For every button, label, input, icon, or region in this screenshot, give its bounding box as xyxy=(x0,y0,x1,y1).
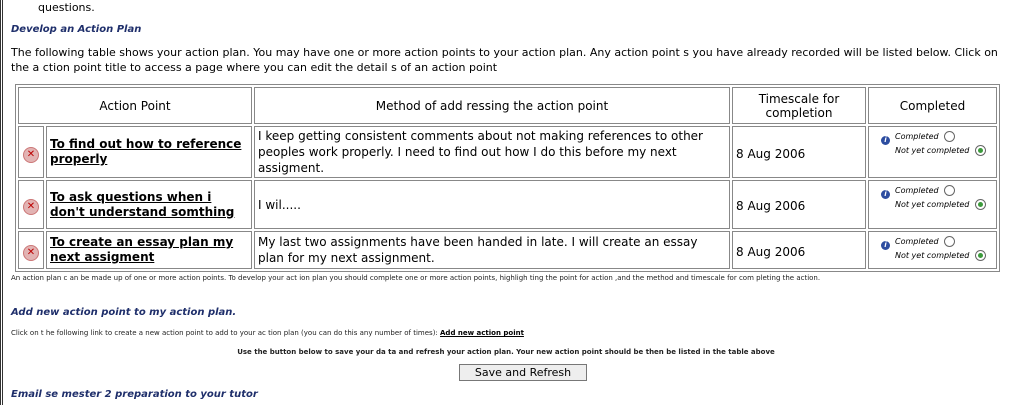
header-action-point: Action Point xyxy=(18,87,252,124)
left-border xyxy=(0,0,3,405)
completed-cell: i Completed Not yet completed xyxy=(868,180,997,229)
info-icon: i xyxy=(881,190,890,199)
method-cell: My last two assignments have been handed… xyxy=(254,231,730,269)
completed-label: Completed xyxy=(895,132,939,141)
develop-heading: Develop an Action Plan xyxy=(11,24,142,35)
not-completed-radio[interactable] xyxy=(974,199,986,210)
title-cell: To find out how to reference properly xyxy=(46,126,252,178)
table-header-row: Action Point Method of add ressing the a… xyxy=(18,87,997,124)
not-completed-option: Not yet completed xyxy=(895,250,986,261)
save-note: Use the button below to save your da ta … xyxy=(237,348,775,356)
not-completed-option: Not yet completed xyxy=(895,145,986,156)
method-text: My last two assignments have been handed… xyxy=(258,235,698,265)
header-method: Method of add ressing the action point xyxy=(254,87,730,124)
action-point-link[interactable]: To ask questions when i don't understand… xyxy=(48,190,250,220)
timescale-text: 8 Aug 2006 xyxy=(736,199,806,213)
timescale-text: 8 Aug 2006 xyxy=(736,146,806,161)
not-completed-radio[interactable] xyxy=(974,250,986,261)
table-row: ✕ To create an essay plan my next assigm… xyxy=(18,231,997,269)
timescale-cell: 8 Aug 2006 xyxy=(732,180,866,229)
completed-option: Completed xyxy=(895,185,956,196)
add-section-heading: Add new action point to my action plan. xyxy=(11,307,237,318)
completed-radio[interactable] xyxy=(944,131,956,142)
email-heading: Email se mester 2 preparation to your tu… xyxy=(11,389,258,400)
add-instruction-text: Click on t he following link to create a… xyxy=(11,329,438,337)
action-point-link[interactable]: To create an essay plan my next assigmen… xyxy=(48,235,250,265)
action-plan-note: An action plan c an be made up of one or… xyxy=(11,274,821,282)
add-instruction: Click on t he following link to create a… xyxy=(11,329,524,337)
delete-icon[interactable]: ✕ xyxy=(23,244,39,261)
delete-icon[interactable]: ✕ xyxy=(23,199,39,215)
not-completed-radio[interactable] xyxy=(974,145,986,156)
info-icon: i xyxy=(881,136,890,145)
title-cell: To ask questions when i don't understand… xyxy=(46,180,252,229)
not-completed-label: Not yet completed xyxy=(895,200,970,209)
header-completed: Completed xyxy=(868,87,997,124)
completed-radio[interactable] xyxy=(944,236,956,247)
delete-icon[interactable]: ✕ xyxy=(23,146,39,163)
info-icon: i xyxy=(881,241,890,250)
action-plan-table: Action Point Method of add ressing the a… xyxy=(15,84,1000,272)
not-completed-label: Not yet completed xyxy=(895,146,970,155)
save-and-refresh-button[interactable]: Save and Refresh xyxy=(459,364,587,381)
delete-cell: ✕ xyxy=(18,126,44,178)
completed-radio[interactable] xyxy=(944,185,956,196)
completed-option: Completed xyxy=(895,236,956,247)
not-completed-label: Not yet completed xyxy=(895,251,970,260)
method-text: I keep getting consistent comments about… xyxy=(258,129,703,175)
timescale-cell: 8 Aug 2006 xyxy=(732,126,866,178)
action-point-link[interactable]: To find out how to reference properly xyxy=(48,137,250,167)
completed-cell: i Completed Not yet completed xyxy=(868,126,997,178)
develop-intro: The following table shows your action pl… xyxy=(11,46,998,74)
top-fragment-text: questions. xyxy=(38,1,95,14)
method-text: I wil..... xyxy=(258,197,301,212)
table-row: ✕ To find out how to reference properly … xyxy=(18,126,997,178)
title-cell: To create an essay plan my next assigmen… xyxy=(46,231,252,269)
add-new-action-point-link[interactable]: Add new action point xyxy=(440,329,524,337)
method-cell: I wil..... xyxy=(254,180,730,229)
timescale-cell: 8 Aug 2006 xyxy=(732,231,866,269)
completed-label: Completed xyxy=(895,186,939,195)
completed-cell: i Completed Not yet completed xyxy=(868,231,997,269)
not-completed-option: Not yet completed xyxy=(895,199,986,210)
delete-cell: ✕ xyxy=(18,180,44,229)
delete-cell: ✕ xyxy=(18,231,44,269)
completed-option: Completed xyxy=(895,131,956,142)
table-row: ✕ To ask questions when i don't understa… xyxy=(18,180,997,229)
header-timescale: Timescale for completion xyxy=(732,87,866,124)
timescale-text: 8 Aug 2006 xyxy=(736,244,806,259)
method-cell: I keep getting consistent comments about… xyxy=(254,126,730,178)
completed-label: Completed xyxy=(895,237,939,246)
